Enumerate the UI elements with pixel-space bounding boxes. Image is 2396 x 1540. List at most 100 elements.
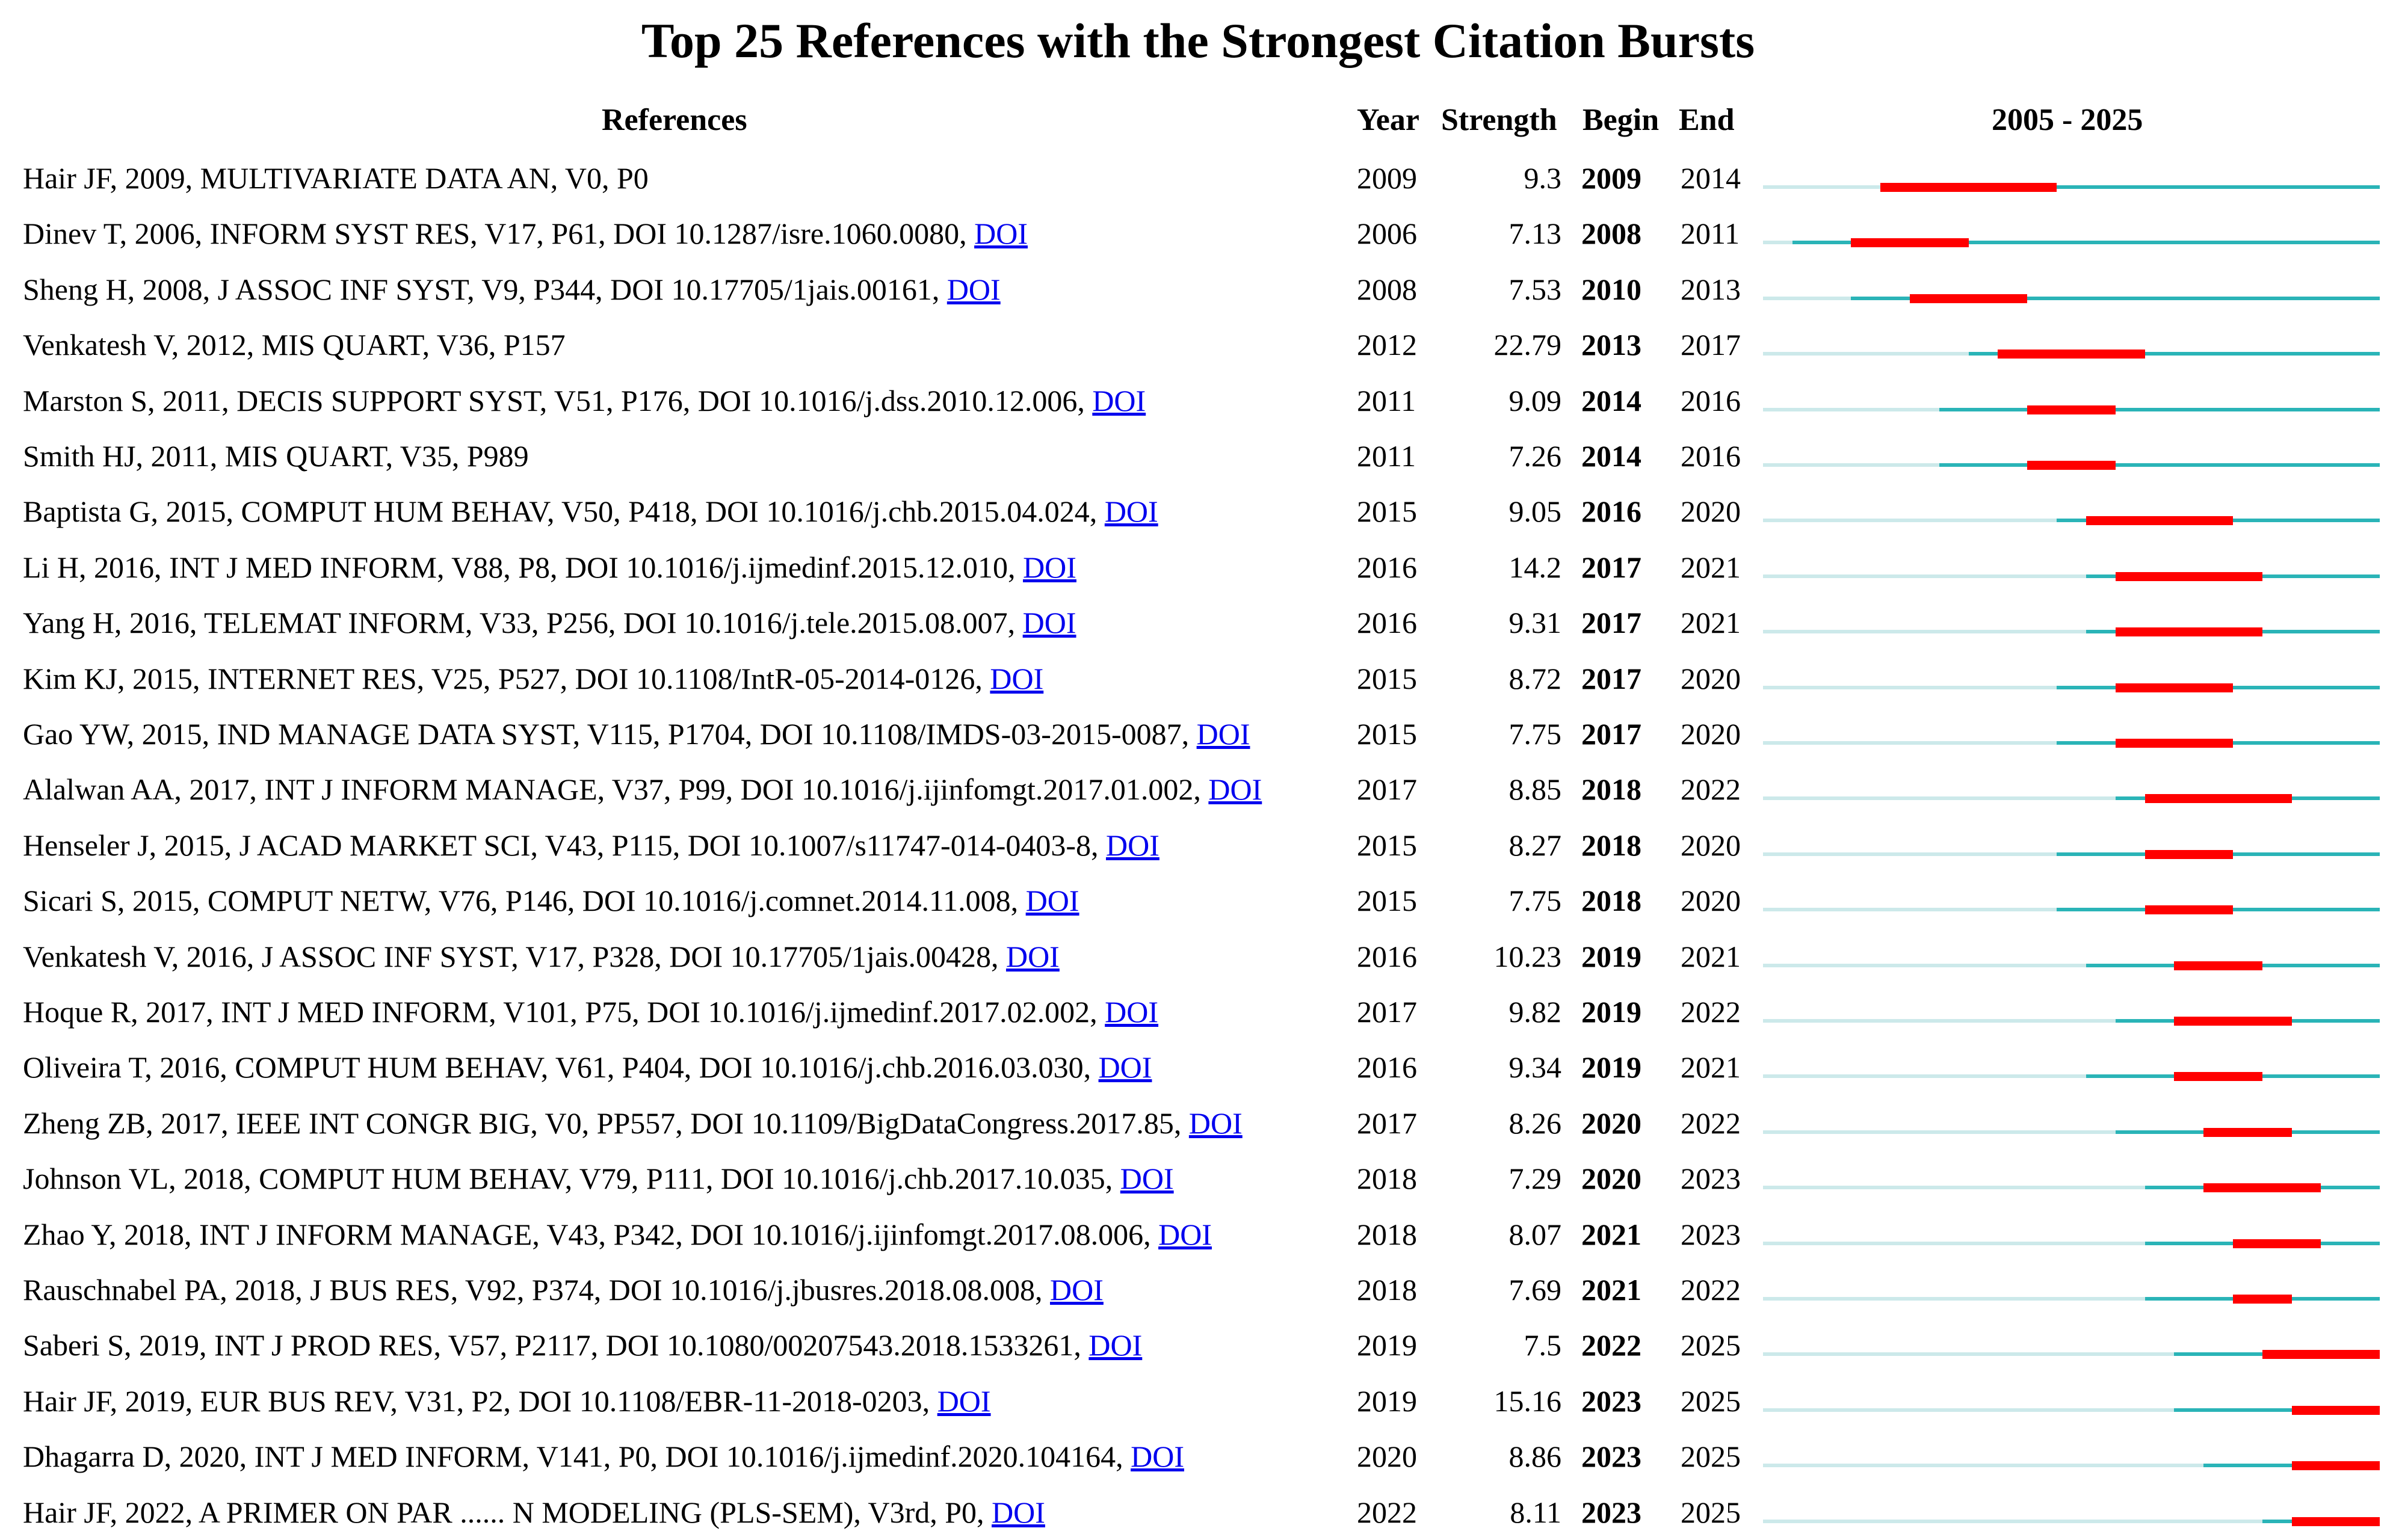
burst-timeline bbox=[1763, 651, 2380, 706]
year-value: 2015 bbox=[1357, 717, 1417, 751]
burst-timeline bbox=[1763, 1207, 2380, 1262]
year-value: 2022 bbox=[1357, 1495, 1417, 1529]
burst-timeline bbox=[1763, 150, 2380, 206]
year-value: 2015 bbox=[1357, 828, 1417, 862]
doi-link[interactable]: DOI bbox=[1050, 1273, 1104, 1307]
doi-link[interactable]: DOI bbox=[992, 1495, 1045, 1529]
year-value: 2006 bbox=[1357, 217, 1417, 251]
reference-text: Alalwan AA, 2017, INT J INFORM MANAGE, V… bbox=[23, 762, 1262, 817]
table-row: Saberi S, 2019, INT J PROD RES, V57, P21… bbox=[0, 1317, 2396, 1373]
begin-value: 2022 bbox=[1581, 1328, 1641, 1363]
end-value: 2020 bbox=[1681, 828, 1741, 862]
burst-timeline bbox=[1763, 595, 2380, 650]
year-value: 2009 bbox=[1357, 161, 1417, 195]
doi-link[interactable]: DOI bbox=[1023, 606, 1076, 639]
burst-timeline bbox=[1763, 1485, 2380, 1540]
doi-link[interactable]: DOI bbox=[937, 1384, 991, 1418]
table-row: Hoque R, 2017, INT J MED INFORM, V101, P… bbox=[0, 984, 2396, 1040]
strength-value: 7.26 bbox=[1508, 439, 1562, 473]
strength-value: 7.13 bbox=[1508, 217, 1562, 251]
doi-link[interactable]: DOI bbox=[1088, 1328, 1142, 1362]
doi-link[interactable]: DOI bbox=[1105, 995, 1158, 1029]
burst-timeline bbox=[1763, 873, 2380, 928]
begin-value: 2019 bbox=[1581, 939, 1641, 973]
end-value: 2021 bbox=[1681, 939, 1741, 973]
reference-text: Johnson VL, 2018, COMPUT HUM BEHAV, V79,… bbox=[23, 1151, 1174, 1206]
timeline-burst-bar bbox=[2115, 739, 2233, 748]
end-value: 2016 bbox=[1681, 383, 1741, 417]
doi-link[interactable]: DOI bbox=[1106, 828, 1159, 862]
doi-link[interactable]: DOI bbox=[1023, 550, 1076, 584]
reference-citation: Hair JF, 2022, A PRIMER ON PAR ...... N … bbox=[23, 1495, 992, 1529]
table-row: Oliveira T, 2016, COMPUT HUM BEHAV, V61,… bbox=[0, 1040, 2396, 1095]
timeline-burst-bar bbox=[2291, 1405, 2380, 1415]
reference-citation: Sheng H, 2008, J ASSOC INF SYST, V9, P34… bbox=[23, 272, 947, 306]
end-value: 2020 bbox=[1681, 661, 1741, 695]
year-value: 2016 bbox=[1357, 606, 1417, 640]
reference-text: Yang H, 2016, TELEMAT INFORM, V33, P256,… bbox=[23, 595, 1076, 650]
year-value: 2017 bbox=[1357, 995, 1417, 1029]
year-value: 2015 bbox=[1357, 661, 1417, 695]
reference-text: Oliveira T, 2016, COMPUT HUM BEHAV, V61,… bbox=[23, 1040, 1152, 1095]
table-row: Li H, 2016, INT J MED INFORM, V88, P8, D… bbox=[0, 540, 2396, 595]
doi-link[interactable]: DOI bbox=[1099, 1050, 1152, 1084]
timeline-burst-bar bbox=[2144, 849, 2233, 859]
year-value: 2018 bbox=[1357, 1273, 1417, 1307]
begin-value: 2014 bbox=[1581, 439, 1641, 473]
doi-link[interactable]: DOI bbox=[1026, 884, 1079, 917]
strength-value: 9.3 bbox=[1524, 161, 1562, 195]
doi-link[interactable]: DOI bbox=[1105, 494, 1158, 528]
doi-link[interactable]: DOI bbox=[1197, 717, 1250, 751]
begin-value: 2017 bbox=[1581, 550, 1641, 584]
year-value: 2012 bbox=[1357, 328, 1417, 362]
end-value: 2020 bbox=[1681, 494, 1741, 529]
table-row: Sicari S, 2015, COMPUT NETW, V76, P146, … bbox=[0, 873, 2396, 928]
doi-link[interactable]: DOI bbox=[1158, 1218, 1212, 1251]
strength-value: 8.07 bbox=[1508, 1217, 1562, 1251]
end-value: 2025 bbox=[1681, 1440, 1741, 1474]
table-row: Venkatesh V, 2016, J ASSOC INF SYST, V17… bbox=[0, 929, 2396, 984]
reference-text: Smith HJ, 2011, MIS QUART, V35, P989 bbox=[23, 428, 529, 484]
burst-timeline bbox=[1763, 1151, 2380, 1206]
year-value: 2015 bbox=[1357, 884, 1417, 918]
year-value: 2017 bbox=[1357, 772, 1417, 807]
begin-value: 2023 bbox=[1581, 1440, 1641, 1474]
timeline-burst-bar bbox=[2115, 627, 2262, 637]
year-value: 2018 bbox=[1357, 1217, 1417, 1251]
table-row: Dhagarra D, 2020, INT J MED INFORM, V141… bbox=[0, 1429, 2396, 1484]
burst-timeline bbox=[1763, 540, 2380, 595]
doi-link[interactable]: DOI bbox=[1208, 772, 1262, 806]
begin-value: 2019 bbox=[1581, 1050, 1641, 1085]
reference-text: Li H, 2016, INT J MED INFORM, V88, P8, D… bbox=[23, 540, 1076, 595]
begin-value: 2023 bbox=[1581, 1495, 1641, 1529]
begin-value: 2023 bbox=[1581, 1384, 1641, 1418]
strength-value: 22.79 bbox=[1493, 328, 1562, 362]
burst-timeline bbox=[1763, 317, 2380, 372]
table-row: Johnson VL, 2018, COMPUT HUM BEHAV, V79,… bbox=[0, 1151, 2396, 1206]
reference-citation: Saberi S, 2019, INT J PROD RES, V57, P21… bbox=[23, 1328, 1089, 1363]
year-value: 2016 bbox=[1357, 550, 1417, 584]
reference-text: Dhagarra D, 2020, INT J MED INFORM, V141… bbox=[23, 1429, 1184, 1484]
strength-value: 8.26 bbox=[1508, 1106, 1562, 1140]
end-value: 2011 bbox=[1681, 217, 1740, 251]
doi-link[interactable]: DOI bbox=[1131, 1440, 1184, 1473]
year-value: 2011 bbox=[1357, 439, 1416, 473]
burst-timeline bbox=[1763, 1262, 2380, 1317]
end-value: 2017 bbox=[1681, 328, 1741, 362]
doi-link[interactable]: DOI bbox=[1092, 384, 1146, 417]
table-row: Henseler J, 2015, J ACAD MARKET SCI, V43… bbox=[0, 818, 2396, 873]
timeline-burst-bar bbox=[1910, 294, 2028, 303]
table-row: Alalwan AA, 2017, INT J INFORM MANAGE, V… bbox=[0, 762, 2396, 817]
doi-link[interactable]: DOI bbox=[947, 273, 1001, 306]
table-row: Baptista G, 2015, COMPUT HUM BEHAV, V50,… bbox=[0, 484, 2396, 539]
doi-link[interactable]: DOI bbox=[1189, 1106, 1243, 1140]
doi-link[interactable]: DOI bbox=[974, 217, 1028, 250]
timeline-burst-bar bbox=[2115, 683, 2233, 692]
doi-link[interactable]: DOI bbox=[1120, 1162, 1174, 1195]
year-value: 2019 bbox=[1357, 1384, 1417, 1418]
begin-value: 2020 bbox=[1581, 1106, 1641, 1140]
begin-value: 2009 bbox=[1581, 161, 1641, 195]
doi-link[interactable]: DOI bbox=[1006, 940, 1060, 973]
doi-link[interactable]: DOI bbox=[990, 662, 1043, 695]
strength-value: 7.29 bbox=[1508, 1162, 1562, 1196]
